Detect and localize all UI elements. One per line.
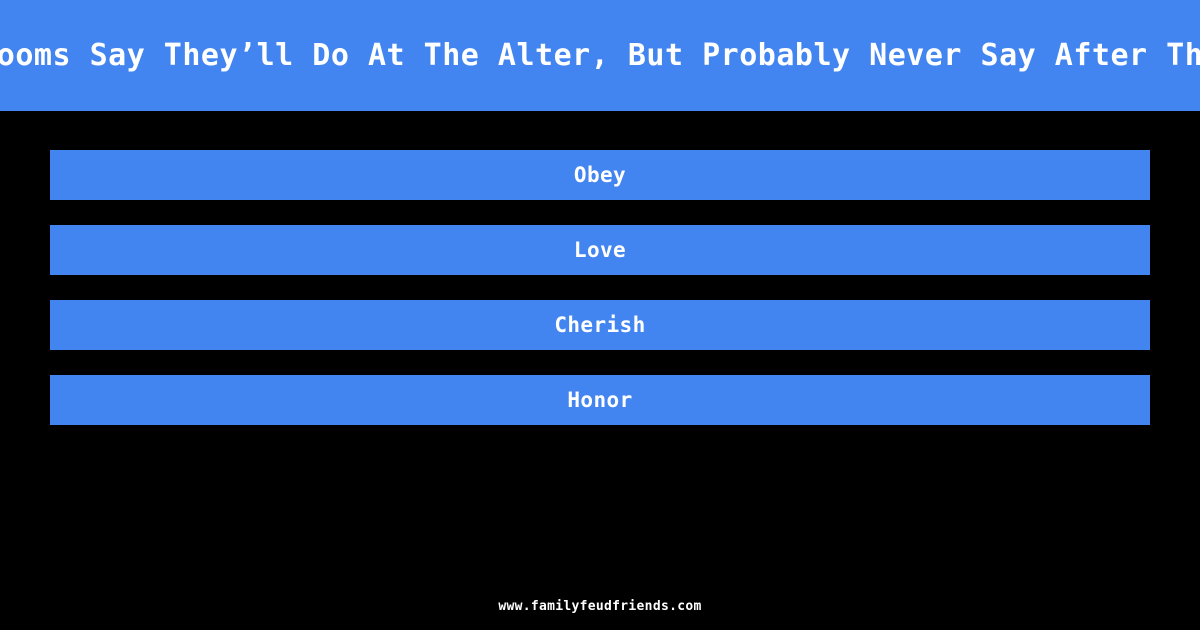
footer: www.familyfeudfriends.com [0, 595, 1200, 614]
answer-label-2: Love [573, 238, 627, 262]
answers-area: Obey Love Cherish Honor [0, 111, 1200, 630]
answer-label-1: Obey [573, 163, 627, 187]
answer-label-4: Honor [567, 388, 633, 412]
page-title: A Word Grooms Say They’ll Do At The Alte… [0, 38, 1200, 73]
answer-list: Obey Love Cherish Honor [50, 150, 1150, 425]
question-header-band: A Word Grooms Say They’ll Do At The Alte… [0, 0, 1200, 111]
answer-bar-1[interactable]: Obey [50, 150, 1150, 200]
site-url-link[interactable]: www.familyfeudfriends.com [498, 599, 701, 614]
answer-bar-3[interactable]: Cherish [50, 300, 1150, 350]
answer-bar-4[interactable]: Honor [50, 375, 1150, 425]
answer-label-3: Cherish [554, 313, 646, 337]
family-feud-answer-card: A Word Grooms Say They’ll Do At The Alte… [0, 0, 1200, 630]
answer-bar-2[interactable]: Love [50, 225, 1150, 275]
